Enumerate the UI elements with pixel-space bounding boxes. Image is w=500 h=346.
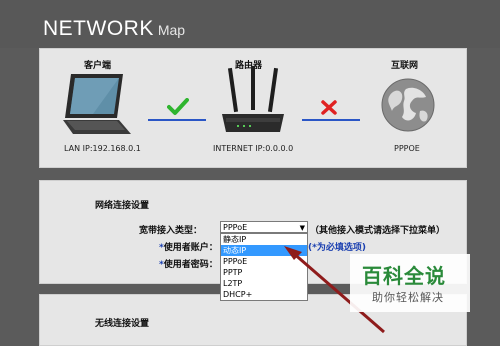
- connection-type-select[interactable]: PPPoE ▼: [220, 221, 308, 233]
- watermark-main: 百科全说: [362, 264, 446, 288]
- watermark-logo: 百科全说 助你轻松解决: [350, 254, 470, 312]
- router-internet-link: [302, 119, 360, 121]
- network-settings-title: 网络连接设置: [95, 201, 150, 211]
- title-main: NETWORK: [43, 17, 154, 40]
- wireless-settings-title: 无线连接设置: [95, 319, 150, 329]
- password-label-text: 使用者密码：: [163, 260, 218, 270]
- globe-icon: [381, 78, 435, 132]
- internet-label: 互联网: [391, 61, 419, 71]
- client-router-link: [148, 119, 206, 121]
- client-label: 客户端: [84, 61, 112, 71]
- page-title: NETWORK Map: [43, 17, 185, 41]
- connection-type-text: PPPOE: [394, 144, 420, 153]
- title-sub: Map: [157, 22, 186, 38]
- connection-type-label: 宽带接入类型：: [139, 226, 203, 236]
- client-ip: LAN IP:192.168.0.1: [64, 144, 141, 153]
- other-modes-note: （其他接入模式请选择下拉菜单）: [310, 226, 446, 236]
- account-label: *使用者账户：: [159, 240, 218, 253]
- account-label-text: 使用者账户：: [163, 243, 218, 253]
- check-icon: [167, 98, 189, 115]
- header-bar: NETWORK Map: [0, 0, 500, 48]
- laptop-icon: [63, 74, 131, 134]
- internet-ip: INTERNET IP:0.0.0.0: [213, 144, 294, 153]
- cross-icon: [321, 100, 337, 115]
- router-icon: [222, 66, 284, 132]
- password-label: *使用者密码：: [159, 257, 218, 270]
- connection-type-value: PPPoE: [223, 223, 248, 232]
- watermark-sub: 助你轻松解决: [372, 291, 444, 304]
